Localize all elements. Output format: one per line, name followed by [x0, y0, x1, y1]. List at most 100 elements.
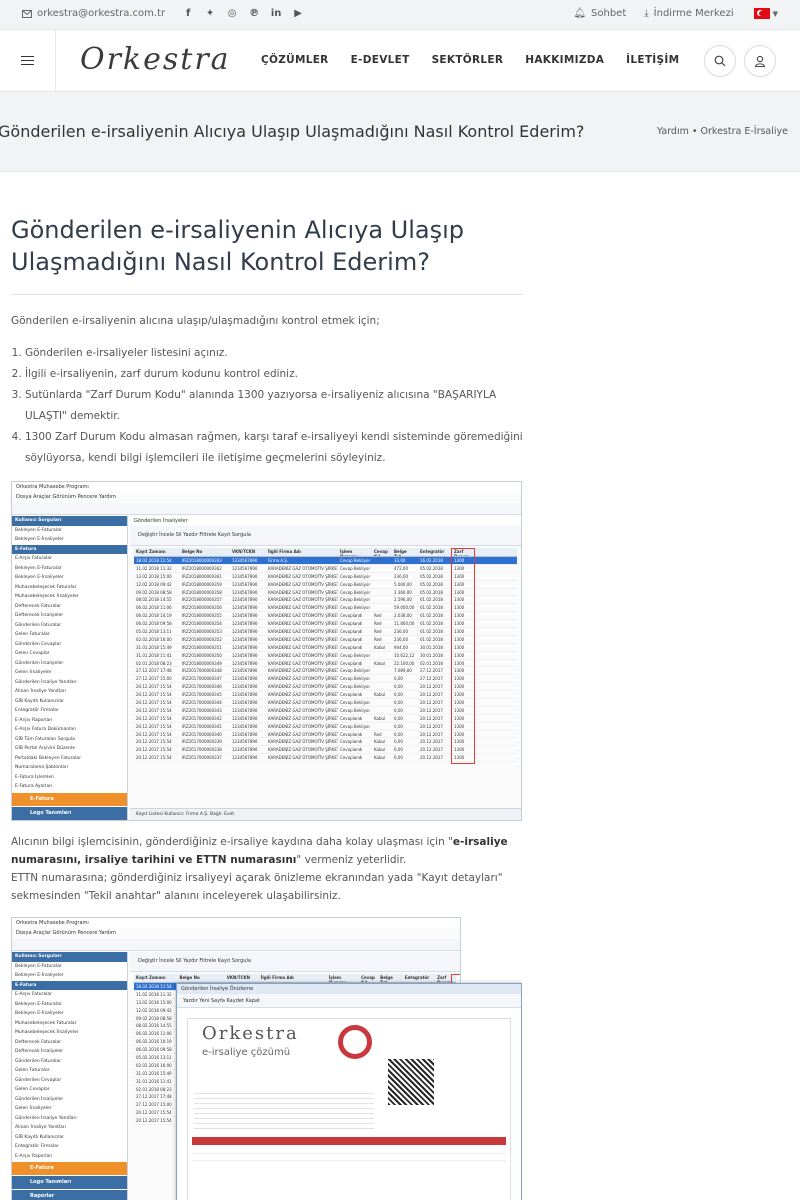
grid-column-header[interactable]: Belge Tut. — [392, 548, 418, 556]
turkey-flag-icon[interactable] — [753, 8, 770, 19]
menu-toggle-button[interactable] — [0, 30, 56, 91]
sidebar-tree-item[interactable]: Defterecek Faturalar — [12, 602, 127, 612]
sidebar-tree-item[interactable]: Gelen İrsaliyeler — [12, 668, 127, 678]
grid-column-header[interactable]: Kayıt Zamanı — [134, 974, 178, 982]
table-cell: IRZ2017000000344 — [182, 700, 222, 706]
sidebar-tree-item[interactable]: Entegratör Firmalar — [12, 706, 127, 716]
breadcrumb-home[interactable]: Yardım — [657, 126, 689, 137]
sidebar-tree-item[interactable]: Bekleyen E-İrsaliyeler — [12, 1009, 127, 1019]
grid-column-header[interactable]: Belge Tut. — [378, 974, 403, 982]
nav-item-e-devlet[interactable]: E-DEVLET — [351, 54, 410, 66]
table-cell: 944,00 — [394, 644, 408, 650]
sidebar-tree-item[interactable]: Gönderilen Faturalar — [12, 1057, 127, 1067]
nav-item-sektorler[interactable]: SEKTÖRLER — [432, 54, 504, 66]
sidebar-tree-item[interactable]: E-Arşiv Faturalar — [12, 554, 127, 564]
logo[interactable]: Orkestra — [80, 42, 231, 77]
sidebar-tree-item[interactable]: GİB Portal Arşivini Düzenle — [12, 744, 127, 754]
sidebar-tab[interactable]: Raporlar — [12, 821, 127, 822]
sidebar-tree-item[interactable]: Numaralama Şablonları — [12, 763, 127, 773]
sidebar-tree-item[interactable]: E-Arşiv Fatura Dokümanları — [12, 725, 127, 735]
sidebar-tree-item[interactable]: Muhasebeleşecek Faturalar — [12, 583, 127, 593]
sidebar-tree-item[interactable]: Entegratör Firmalar — [12, 1142, 127, 1152]
sidebar-tree-item[interactable]: Defterecek Faturalar — [12, 1038, 127, 1048]
sidebar-tree-item[interactable]: Defterecek İrsaliyeler — [12, 611, 127, 621]
sidebar-tree-item[interactable]: Bekleyen E-Faturalar — [12, 564, 127, 574]
sidebar-tree-item[interactable]: Gönderilen İrsaliye Yanıtları — [12, 678, 127, 688]
sidebar-tree-item[interactable]: Portaldaki Bekleyen Faturalar — [12, 754, 127, 764]
breadcrumb-current[interactable]: Orkestra E-İrsaliye — [701, 126, 788, 137]
sidebar-tree-item[interactable]: E-Arşiv Raporları — [12, 1152, 127, 1162]
search-button[interactable] — [704, 45, 736, 77]
sidebar-tree-item[interactable]: Gönderilen Cevaplar — [12, 640, 127, 650]
sidebar-tree-item[interactable]: GİB Kayıtlı Kullanıcılar — [12, 1133, 127, 1143]
sidebar-tree-item[interactable]: E-Arşiv Faturalar — [12, 990, 127, 1000]
linkedin-icon[interactable]: in — [265, 8, 287, 19]
sidebar-tree-item[interactable]: E-Fatura — [12, 980, 127, 990]
sidebar-tab[interactable]: Logo Tanımları — [12, 1176, 127, 1189]
chevron-down-icon[interactable]: ▼ — [773, 10, 778, 18]
sidebar-tree-item[interactable]: Alınan İrsaliye Yanıtları — [12, 687, 127, 697]
sidebar-tab[interactable]: Raporlar — [12, 1190, 127, 1200]
twitter-icon[interactable]: ✦ — [199, 8, 221, 19]
sidebar-tree-item[interactable]: Bekleyen E-Faturalar — [12, 526, 127, 536]
sidebar-tree-item[interactable]: Kullanıcı Sorguları — [12, 952, 127, 962]
sidebar-tree-item[interactable]: Gelen Cevaplar — [12, 649, 127, 659]
sidebar-tree-item[interactable]: Gönderilen Cevaplar — [12, 1076, 127, 1086]
sidebar-tree-item[interactable]: E-Arşiv Raporları — [12, 716, 127, 726]
sidebar-tree-item[interactable]: Bekleyen E-Faturalar — [12, 1000, 127, 1010]
sidebar-tree-item[interactable]: Gelen Faturalar — [12, 630, 127, 640]
sidebar-tree-item[interactable]: Bekleyen E-İrsaliyeler — [12, 573, 127, 583]
sidebar-tree-item[interactable]: Muhasebeleşecek İrsaliyeler — [12, 1028, 127, 1038]
sidebar-tree-item[interactable]: Bekleyen E-Faturalar — [12, 962, 127, 972]
sidebar-tree-item[interactable]: Muhasebeleşecek Faturalar — [12, 1019, 127, 1029]
instagram-icon[interactable]: ◎ — [221, 8, 243, 19]
grid-column-header[interactable]: VKN/TCKN — [225, 974, 259, 982]
user-button[interactable] — [744, 45, 776, 77]
sidebar-tab[interactable]: E-Fatura — [12, 1162, 127, 1175]
sidebar-tree-item[interactable]: E-Fatura — [12, 544, 127, 554]
grid-column-header[interactable]: Entegratör — [403, 974, 435, 982]
grid-column-header[interactable]: VKN/TCKN — [230, 548, 266, 556]
sidebar-tree-item[interactable]: Bekleyen E-İrsaliyeler — [12, 535, 127, 545]
sidebar-tree-item[interactable]: Gönderilen İrsaliyeler — [12, 659, 127, 669]
chat-link[interactable]: 🔔︎ Sohbet — [573, 8, 626, 19]
sidebar-tree-item[interactable]: Gelen Faturalar — [12, 1066, 127, 1076]
table-cell: 20.12.2017 15:54 — [136, 739, 172, 745]
sidebar-tree-item[interactable]: Muhasebeleşecek İrsaliyeler — [12, 592, 127, 602]
sidebar-tree-item[interactable]: E-Fatura İşlemleri — [12, 773, 127, 783]
facebook-icon[interactable]: f — [177, 8, 199, 19]
grid-column-header[interactable]: İşlem Durumu — [327, 974, 359, 982]
sidebar-tree-item[interactable]: Gelen Cevaplar — [12, 1085, 127, 1095]
sidebar-tree-item[interactable]: Bekleyen E-İrsaliyeler — [12, 971, 127, 981]
sidebar-tree-item[interactable]: Gönderilen İrsaliyeler — [12, 1095, 127, 1105]
email-link[interactable]: orkestra@orkestra.com.tr — [22, 8, 165, 19]
pinterest-icon[interactable]: ℗ — [243, 8, 265, 19]
sidebar-tab[interactable]: Logo Tanımları — [12, 806, 127, 820]
download-center-link[interactable]: ⤓ İndirme Merkezi — [644, 8, 733, 19]
grid-column-header[interactable]: İlgili Firma Adı — [266, 548, 338, 556]
sidebar-tree-item[interactable]: Kullanıcı Sorguları — [12, 516, 127, 526]
nav-item-hakkimizda[interactable]: HAKKIMIZDA — [525, 54, 604, 66]
sidebar-tree-item[interactable]: Gönderilen Faturalar — [12, 621, 127, 631]
grid-column-header[interactable]: Cevap Kd. — [359, 974, 378, 982]
nav-item-cozumler[interactable]: ÇÖZÜMLER — [261, 54, 329, 66]
grid-column-header[interactable]: Cevap Kd. — [372, 548, 392, 556]
grid-column-header[interactable]: Kayıt Zamanı — [134, 548, 180, 556]
sidebar-tree-item[interactable]: Defterecek İrsaliyeler — [12, 1047, 127, 1057]
grid-column-header[interactable]: İşlem Durumu — [338, 548, 372, 556]
grid-column-header[interactable]: İlgili Firma Adı — [259, 974, 327, 982]
table-cell: Cevaplandı — [340, 636, 363, 642]
table-cell: 0,00 — [394, 715, 403, 721]
grid-column-header[interactable]: Belge No — [180, 548, 230, 556]
grid-column-header[interactable]: Belge No — [178, 974, 225, 982]
youtube-icon[interactable]: ▶ — [287, 8, 309, 19]
sidebar-tree-item[interactable]: E-Fatura Ayarları — [12, 782, 127, 792]
sidebar-tab[interactable]: E-Fatura — [12, 792, 127, 806]
sidebar-tree-item[interactable]: Alınan İrsaliye Yanıtları — [12, 1123, 127, 1133]
grid-column-header[interactable]: Entegratör — [418, 548, 452, 556]
sidebar-tree-item[interactable]: Gönderilen İrsaliye Yanıtları — [12, 1114, 127, 1124]
nav-item-iletisim[interactable]: İLETİŞİM — [626, 54, 679, 66]
sidebar-tree-item[interactable]: Gelen İrsaliyeler — [12, 1104, 127, 1114]
sidebar-tree-item[interactable]: GİB Kayıtlı Kullanıcılar — [12, 697, 127, 707]
sidebar-tree-item[interactable]: GİB Tüm Faturaları Sorgula — [12, 735, 127, 745]
